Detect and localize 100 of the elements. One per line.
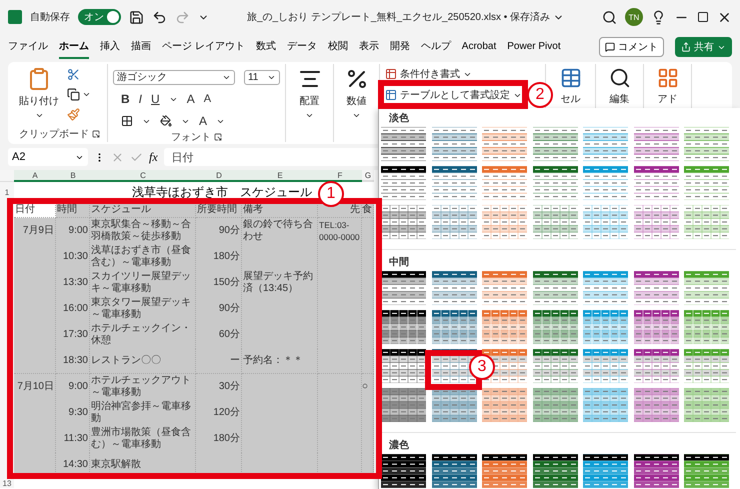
- table-style-thumbnail[interactable]: [634, 205, 678, 239]
- name-box[interactable]: A2: [8, 148, 88, 166]
- table-style-thumbnail[interactable]: [684, 310, 729, 344]
- table-style-thumbnail[interactable]: [583, 166, 628, 200]
- column-header[interactable]: F: [318, 170, 362, 182]
- table-style-thumbnail[interactable]: [634, 388, 678, 422]
- table-style-thumbnail[interactable]: [634, 127, 678, 161]
- table-style-thumbnail[interactable]: [583, 349, 628, 383]
- lightbulb-icon[interactable]: [651, 10, 666, 24]
- comment-button[interactable]: コメント: [599, 37, 664, 57]
- menu-tab[interactable]: データ: [286, 35, 317, 59]
- brush-icon[interactable]: [67, 108, 80, 121]
- table-style-thumbnail[interactable]: [583, 205, 628, 239]
- conditional-formatting-button[interactable]: 条件付き書式: [385, 66, 472, 82]
- column-header[interactable]: E: [242, 170, 318, 182]
- menu-tab[interactable]: ページ レイアウト: [162, 35, 245, 59]
- column-header[interactable]: D: [196, 170, 242, 182]
- bold-button[interactable]: B: [121, 92, 130, 106]
- table-style-thumbnail[interactable]: [482, 388, 527, 422]
- paste-button[interactable]: 貼り付け: [17, 64, 61, 126]
- table-style-thumbnail[interactable]: [482, 310, 527, 344]
- table-style-thumbnail[interactable]: [532, 271, 578, 305]
- table-style-thumbnail[interactable]: [532, 127, 578, 161]
- menu-tab[interactable]: ヘルプ: [420, 35, 451, 59]
- undo-icon[interactable]: [152, 10, 167, 24]
- table-style-thumbnail[interactable]: [432, 310, 476, 344]
- table-style-thumbnail[interactable]: [482, 205, 527, 239]
- italic-button[interactable]: I: [138, 92, 142, 106]
- column-header[interactable]: A: [14, 170, 56, 182]
- table-style-thumbnail[interactable]: [532, 388, 578, 422]
- table-style-thumbnail[interactable]: [634, 454, 678, 488]
- row-header[interactable]: 13: [0, 478, 14, 488]
- table-style-thumbnail[interactable]: [381, 166, 426, 200]
- font-name-field[interactable]: 游ゴシック: [113, 70, 235, 84]
- document-title[interactable]: 旅_の_しおり テンプレート_無料_エクセル_250520.xlsx • 保存済み: [246, 10, 550, 24]
- column-header[interactable]: B: [56, 170, 90, 182]
- table-style-thumbnail[interactable]: [432, 205, 476, 239]
- table-style-thumbnail[interactable]: [532, 205, 578, 239]
- save-icon[interactable]: [129, 10, 144, 24]
- table-style-thumbnail[interactable]: [381, 310, 426, 344]
- table-style-thumbnail[interactable]: [684, 205, 729, 239]
- user-avatar[interactable]: TN: [625, 8, 643, 26]
- table-style-thumbnail[interactable]: [482, 166, 527, 200]
- format-as-table-button[interactable]: テーブルとして書式設定: [385, 87, 522, 103]
- table-style-thumbnail[interactable]: [381, 349, 426, 383]
- menu-tab[interactable]: Power Pivot: [507, 36, 561, 58]
- table-style-thumbnail[interactable]: [583, 271, 628, 305]
- table-style-thumbnail[interactable]: [381, 127, 426, 161]
- table-style-thumbnail[interactable]: [634, 310, 678, 344]
- table-style-thumbnail[interactable]: [432, 166, 476, 200]
- menu-tab[interactable]: 表示: [358, 35, 379, 59]
- insert-function-button[interactable]: fx: [149, 150, 158, 164]
- font-color-button[interactable]: A: [199, 114, 208, 128]
- add-ins-button[interactable]: アド: [649, 64, 686, 109]
- table-style-thumbnail[interactable]: [684, 454, 729, 488]
- fill-color-icon[interactable]: [160, 115, 172, 127]
- menu-tab[interactable]: 開発: [390, 35, 410, 59]
- font-size-field[interactable]: 11: [244, 70, 280, 84]
- table-style-thumbnail[interactable]: [432, 349, 476, 383]
- table-style-thumbnail[interactable]: [432, 127, 476, 161]
- table-style-thumbnail[interactable]: [532, 166, 578, 200]
- table-style-thumbnail[interactable]: [684, 271, 729, 305]
- table-style-thumbnail[interactable]: [583, 310, 628, 344]
- borders-icon[interactable]: [121, 115, 133, 127]
- menu-tab[interactable]: 描画: [131, 35, 151, 59]
- table-style-thumbnail[interactable]: [381, 205, 426, 239]
- table-style-thumbnail[interactable]: [381, 388, 426, 422]
- underline-button[interactable]: U: [151, 92, 160, 106]
- table-style-thumbnail[interactable]: [482, 127, 527, 161]
- table-style-thumbnail[interactable]: [634, 349, 678, 383]
- table-style-thumbnail[interactable]: [432, 271, 476, 305]
- maximize-icon[interactable]: [697, 11, 709, 23]
- cut-icon[interactable]: [67, 68, 80, 81]
- shrink-font-button[interactable]: A: [204, 93, 212, 105]
- table-style-thumbnail[interactable]: [432, 388, 476, 422]
- row-header[interactable]: 1: [0, 182, 14, 202]
- table-style-thumbnail[interactable]: [634, 271, 678, 305]
- table-style-thumbnail[interactable]: [583, 127, 628, 161]
- menu-tab[interactable]: 数式: [256, 35, 276, 59]
- menu-tab[interactable]: 校閲: [328, 35, 348, 59]
- editing-button[interactable]: 編集: [601, 64, 638, 109]
- menu-tab[interactable]: Acrobat: [462, 36, 496, 58]
- table-style-thumbnail[interactable]: [482, 454, 527, 488]
- table-style-thumbnail[interactable]: [381, 454, 426, 488]
- table-style-thumbnail[interactable]: [432, 454, 476, 488]
- dialog-launcher-icon[interactable]: [92, 130, 100, 138]
- table-style-thumbnail[interactable]: [634, 166, 678, 200]
- table-style-thumbnail[interactable]: [532, 310, 578, 344]
- table-style-thumbnail[interactable]: [583, 388, 628, 422]
- copy-button[interactable]: [67, 88, 91, 101]
- menu-tab[interactable]: 挿入: [100, 35, 120, 59]
- column-header[interactable]: C: [90, 170, 196, 182]
- table-style-thumbnail[interactable]: [482, 271, 527, 305]
- menu-tab[interactable]: ホーム: [59, 35, 89, 59]
- column-header[interactable]: G: [362, 170, 374, 182]
- table-style-thumbnail[interactable]: [684, 127, 729, 161]
- table-style-thumbnail[interactable]: [532, 349, 578, 383]
- menu-tab[interactable]: ファイル: [8, 35, 48, 59]
- table-style-thumbnail[interactable]: [381, 271, 426, 305]
- alignment-button[interactable]: 配置: [291, 64, 328, 123]
